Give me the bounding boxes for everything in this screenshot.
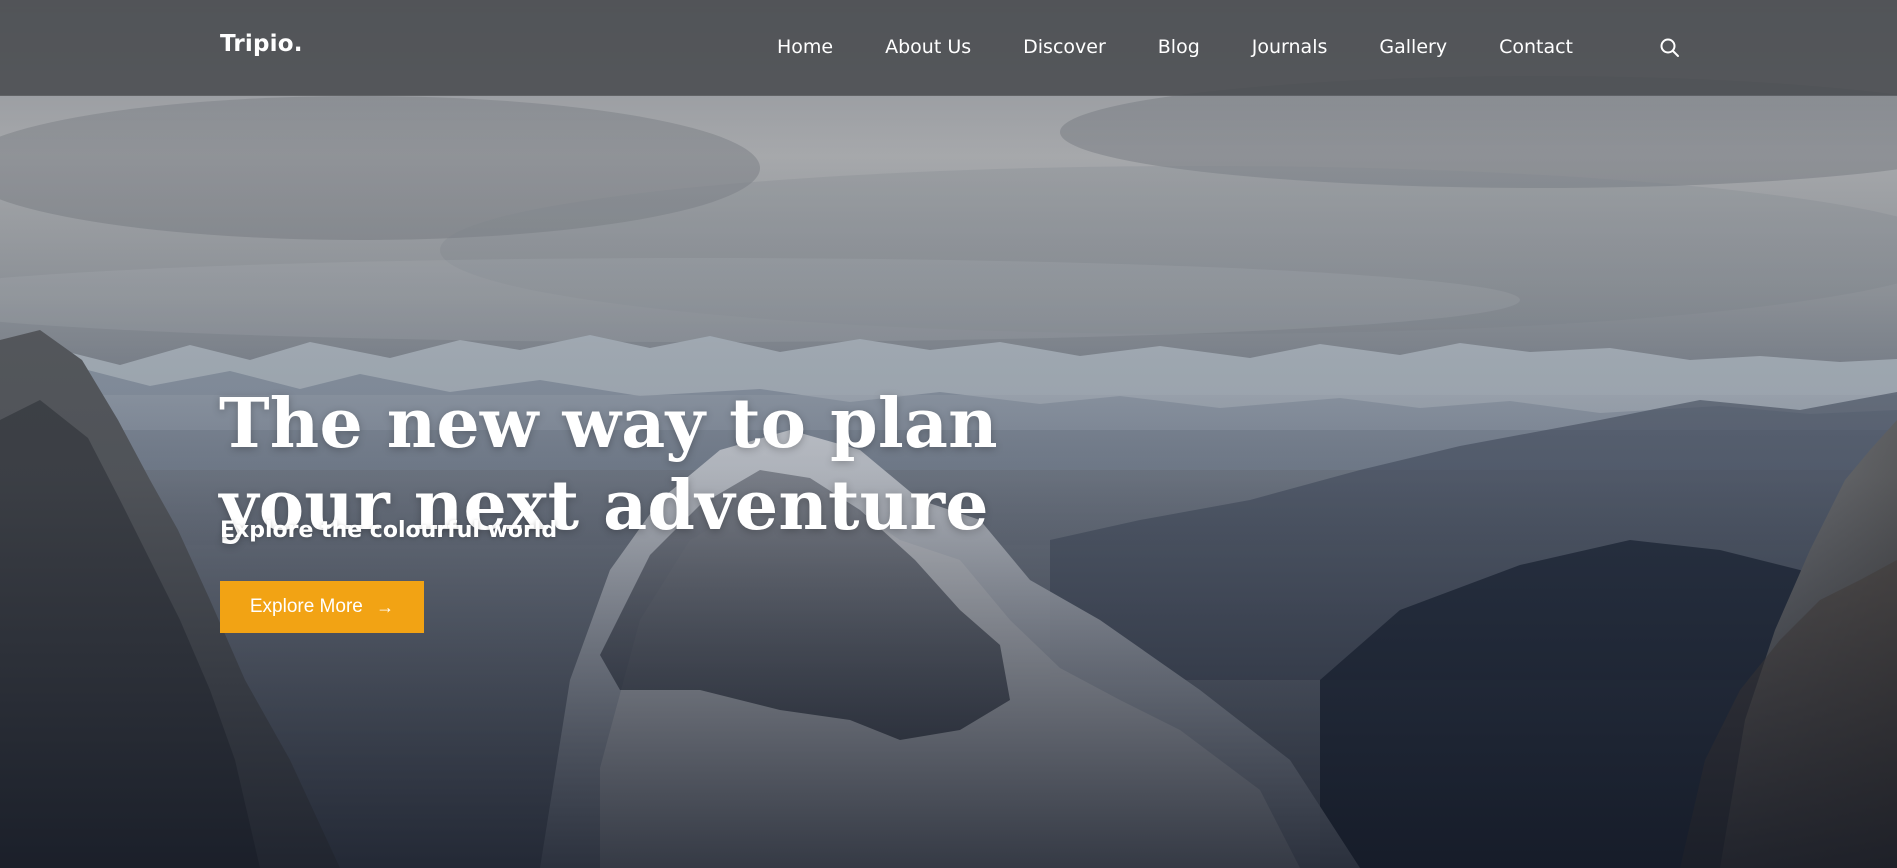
main-navigation: Home About Us Discover Blog Journals Gal… (777, 36, 1625, 58)
nav-link-home[interactable]: Home (777, 36, 833, 58)
arrow-right-icon: → (376, 597, 395, 617)
site-logo[interactable]: Tripio. (220, 31, 303, 57)
nav-link-journals[interactable]: Journals (1252, 36, 1328, 58)
search-button[interactable] (1659, 37, 1681, 59)
nav-link-about-us[interactable]: About Us (885, 36, 971, 58)
nav-link-gallery[interactable]: Gallery (1379, 36, 1447, 58)
explore-more-label: Explore More (249, 596, 363, 617)
hero-headline-line-1: The new way to plan (219, 383, 998, 464)
search-icon (1660, 38, 1679, 57)
hero-subheadline: Explore the colourful world (220, 518, 558, 543)
nav-link-discover[interactable]: Discover (1023, 36, 1106, 58)
nav-link-blog[interactable]: Blog (1158, 36, 1200, 58)
nav-link-contact[interactable]: Contact (1499, 36, 1573, 58)
hero-section: Tripio. Home About Us Discover Blog Jour… (0, 0, 1897, 868)
top-navigation-bar: Tripio. Home About Us Discover Blog Jour… (0, 0, 1897, 96)
explore-more-button[interactable]: Explore More → (220, 581, 424, 633)
